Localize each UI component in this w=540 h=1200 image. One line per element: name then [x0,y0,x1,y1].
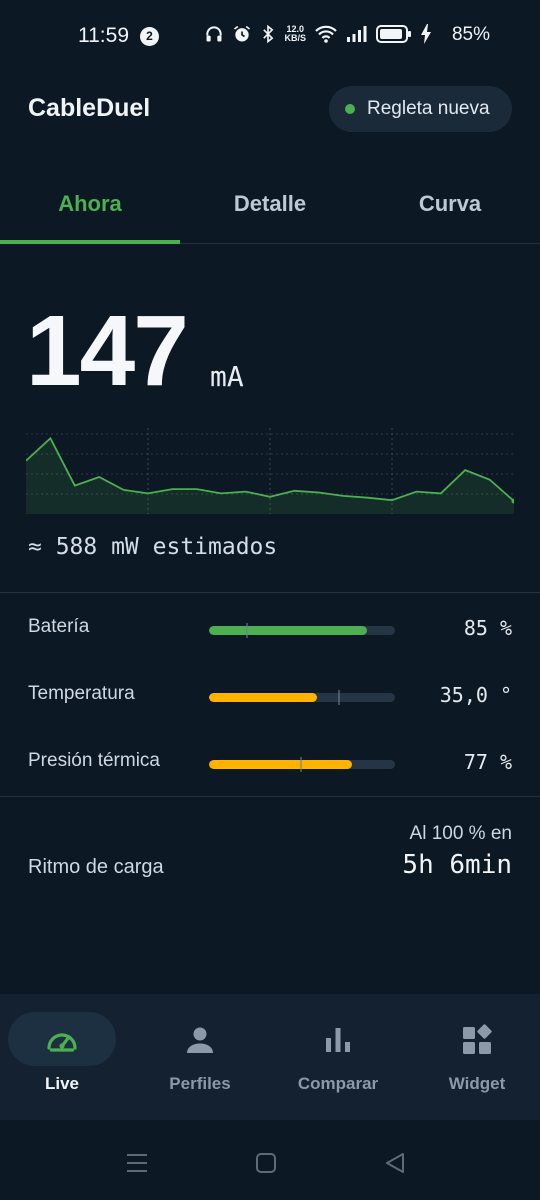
metric-label: Batería [28,616,90,637]
metric-value: 35,0 ° [439,683,512,707]
back-icon[interactable] [384,1152,406,1174]
current-reading-unit: mA [210,360,244,393]
tab-detalle[interactable]: Detalle [180,172,360,244]
charge-rate-caption: Al 100 % en [409,823,512,844]
metric-value: 85 % [463,616,512,640]
bottom-navigation: Live Perfiles Comparar Widget [0,994,540,1120]
metric-bar [209,760,395,769]
current-sparkline [26,428,514,514]
metric-label: Temperatura [28,683,135,704]
tab-ahora[interactable]: Ahora [0,172,180,244]
device-chip[interactable]: Regleta nueva [329,86,512,132]
nav-label: Comparar [297,1074,379,1093]
nav-widget[interactable]: Widget [412,1012,540,1112]
bar-chart-icon [326,1028,350,1052]
nav-perfiles[interactable]: Perfiles [135,1012,265,1112]
divider [0,796,540,797]
person-icon [187,1027,213,1053]
active-tab-indicator [0,240,180,244]
status-icons: 12.0 KB/S [204,24,432,44]
metric-battery: Batería 85 % [0,608,540,648]
signal-icon [347,26,367,42]
device-chip-label: Regleta nueva [367,98,490,119]
metric-bar-marker [338,690,340,705]
tab-curva[interactable]: Curva [360,172,540,244]
notification-badge: 2 [140,27,159,46]
tab-bar: Ahora Detalle Curva [0,172,540,244]
metric-bar [209,626,395,635]
wifi-icon [315,25,337,43]
divider [0,592,540,593]
widgets-icon [463,1024,492,1054]
home-icon[interactable] [255,1152,277,1174]
charge-rate-label: Ritmo de carga [28,856,164,878]
metric-bar-marker [246,623,248,638]
system-navigation-bar [0,1120,540,1200]
metric-bar-fill [209,626,368,635]
power-estimate: ≈ 588 mW estimados [28,534,278,560]
metric-temperature: Temperatura 35,0 ° [0,675,540,715]
charging-bolt-icon [421,24,431,44]
status-time: 11:59 [78,24,129,47]
metric-bar-fill [209,760,353,769]
charge-rate-value: 5h 6min [402,850,512,880]
connection-status-dot [345,104,355,114]
nav-label: Widget [448,1074,506,1093]
metric-value: 77 % [463,750,512,774]
nav-label: Live [44,1074,80,1093]
metric-thermal-pressure: Presión térmica 77 % [0,742,540,782]
network-speed: 12.0 KB/S [284,25,306,43]
network-speed-unit: KB/S [284,33,306,43]
headphones-icon [206,26,223,42]
app-title: CableDuel [28,94,151,122]
nav-live[interactable]: Live [8,1012,138,1112]
alarm-icon [234,25,251,42]
bluetooth-icon [263,24,274,44]
recent-apps-icon[interactable] [126,1152,148,1174]
status-bar: 11:59 2 12.0 KB/S 85% [0,0,540,72]
metric-bar-marker [300,757,302,772]
nav-label: Perfiles [169,1074,231,1093]
speedometer-icon [47,1033,77,1052]
nav-comparar[interactable]: Comparar [273,1012,403,1112]
current-reading-value: 147 [26,295,189,407]
battery-percent: 85% [451,24,490,45]
battery-icon [376,25,411,43]
metric-label: Presión térmica [28,750,160,771]
metric-bar [209,693,395,702]
metric-bar-fill [209,693,317,702]
